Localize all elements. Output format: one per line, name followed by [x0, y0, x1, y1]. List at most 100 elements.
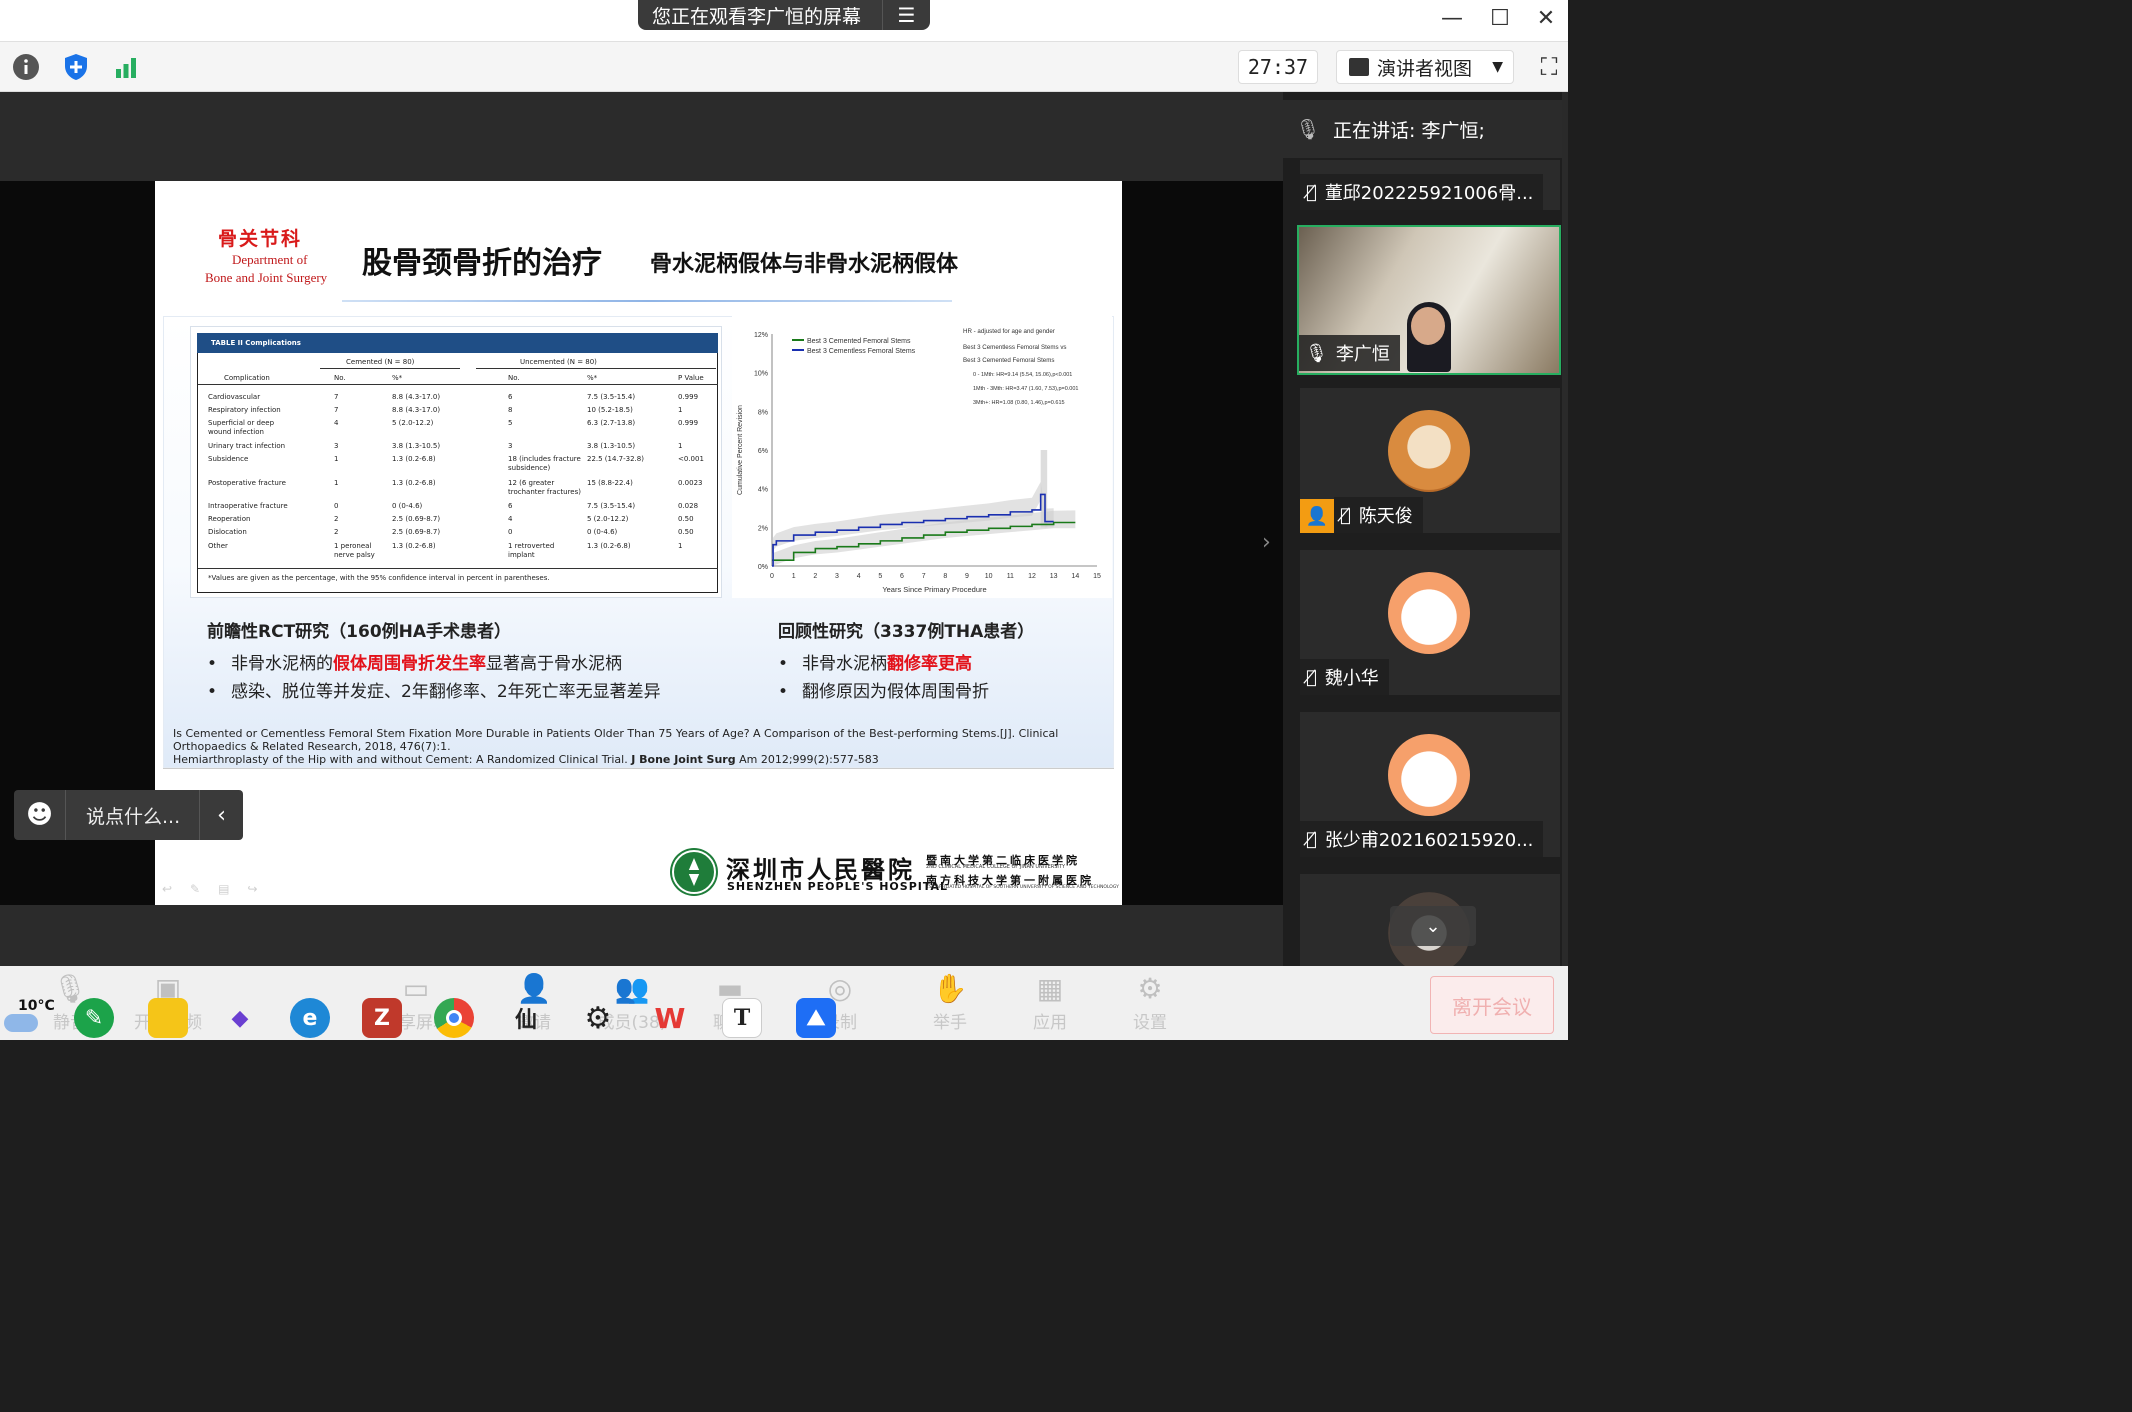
typora-icon[interactable]: T — [722, 998, 762, 1038]
chevron-right-icon[interactable]: › — [1262, 530, 1271, 555]
mic-muted-icon: 🎙̸ — [1306, 828, 1317, 850]
smile-icon[interactable]: ☻ — [14, 790, 66, 840]
table-cell: 3 — [508, 442, 513, 450]
x-tick-label: 3 — [835, 573, 839, 580]
participant-label: 🎙̸ 魏小华 — [1300, 659, 1389, 695]
weather-widget[interactable]: 10°C — [4, 994, 56, 1040]
participant-name: 李广恒 — [1335, 344, 1390, 365]
minimize-icon[interactable]: — — [1434, 4, 1470, 32]
leave-meeting-button[interactable]: 离开会议 — [1430, 976, 1554, 1034]
y-tick-label: 2% — [758, 525, 768, 532]
table-cell: 0 (0-4.6) — [392, 502, 423, 510]
right-bullet-2: • 翻修原因为假体周围骨折 — [778, 682, 990, 702]
app-gear-icon[interactable]: ⚙ — [578, 998, 618, 1038]
chat-placeholder[interactable]: 说点什么... — [66, 802, 199, 829]
share-status-text: 您正在观看李广恒的屏幕 — [652, 5, 862, 28]
table-cell: 1 — [678, 406, 683, 414]
table-cell: Postoperative fracture — [208, 479, 286, 487]
table-cell: Other — [208, 542, 228, 550]
prospective-study-heading: 前瞻性RCT研究（160例HA手术患者） — [207, 622, 512, 642]
panel-scrollbar[interactable] — [1562, 92, 1568, 966]
table-column-header: P Value — [678, 374, 704, 382]
retrospective-study-heading: 回顾性研究（3337例THA患者） — [778, 622, 1035, 642]
legend-label: Best 3 Cemented Femoral Stems — [807, 338, 911, 345]
participant-tile[interactable]: 👤 🎙̸ 陈天俊 — [1300, 388, 1560, 533]
table-cell: 1 retroverted implant — [508, 542, 555, 559]
mic-muted-icon: 🎙̸ — [1306, 666, 1317, 688]
fullscreen-icon[interactable]: ⛶ — [1532, 50, 1566, 84]
wps-icon[interactable]: W — [650, 998, 690, 1038]
screen-share-indicator[interactable]: 您正在观看李广恒的屏幕 ☰ — [638, 0, 930, 30]
edge-browser-icon[interactable]: e — [290, 998, 330, 1038]
mic-icon: 🎙 — [1305, 342, 1328, 364]
participant-tile[interactable]: 🎙̸ 董邱202225921006骨... — [1300, 160, 1560, 210]
table-cell: 2.5 (0.69-8.7) — [392, 528, 441, 536]
info-icon[interactable] — [9, 50, 43, 84]
signal-bars-icon[interactable] — [109, 50, 143, 84]
shield-plus-icon[interactable] — [59, 50, 93, 84]
active-speaker-text: 正在讲话: 李广恒; — [1333, 119, 1485, 142]
tencent-meeting-icon[interactable]: ⛰ — [796, 998, 836, 1038]
close-icon[interactable]: ✕ — [1528, 4, 1564, 32]
participant-tile[interactable]: 🎙̸ 张少甫202160215920... — [1300, 712, 1560, 857]
list-menu-icon[interactable]: ☰ — [882, 0, 930, 30]
table-cell: 5 (2.0-12.2) — [587, 515, 629, 523]
hr-annotation-line: Best 3 Cementless Femoral Stems vs — [963, 344, 1067, 351]
app-green-leaf-icon[interactable]: ✎ — [74, 998, 114, 1038]
slide-nav-icons[interactable]: ↩✎▤↪ — [162, 882, 276, 896]
apps-label: 应用 — [1033, 1013, 1067, 1033]
apps-button[interactable]: ▦ 应用 — [1010, 972, 1090, 1036]
table-column-header: %* — [392, 374, 403, 382]
university-affiliation-2-en: 1ST AFFILIATED HOSPITAL OF SOUTHERN UNIV… — [926, 885, 1119, 890]
active-speaker-banner: 🎙 正在讲话: 李广恒; — [1283, 100, 1568, 158]
hand-icon: ✋ — [932, 972, 968, 1005]
y-tick-label: 4% — [758, 487, 768, 494]
slide-subtitle: 骨水泥柄假体与非骨水泥柄假体 — [650, 252, 959, 277]
chevron-left-icon[interactable]: ‹ — [199, 790, 243, 840]
hospital-name-en: SHENZHEN PEOPLE'S HOSPITAL — [727, 880, 949, 893]
share-screen-icon: ▭ — [402, 972, 430, 1005]
x-tick-label: 13 — [1050, 573, 1058, 580]
table-cell: 5 — [508, 419, 513, 427]
table-cell: 22.5 (14.7-32.8) — [587, 455, 644, 463]
x-tick-label: 5 — [878, 573, 882, 580]
table-cell: 12 (6 greater trochanter fractures) — [508, 479, 581, 496]
temperature: 10°C — [18, 998, 55, 1014]
participant-video-tile[interactable]: 🎙 李广恒 — [1297, 225, 1561, 375]
chat-input-bubble[interactable]: ☻ 说点什么... ‹ — [14, 790, 243, 840]
participant-tile[interactable]: 🎙̸ 魏小华 — [1300, 550, 1560, 695]
hospital-logo-icon — [670, 848, 718, 896]
chrome-icon[interactable] — [434, 998, 474, 1038]
settings-button[interactable]: ⚙ 设置 — [1110, 972, 1190, 1036]
app-xian-icon[interactable]: 仙 — [506, 998, 546, 1038]
bunny-avatar — [1388, 734, 1470, 816]
user-icon: 👤 — [1300, 499, 1334, 533]
table-cell: 1 — [678, 442, 683, 450]
table-cell: 2 — [334, 528, 339, 536]
maximize-icon[interactable]: ☐ — [1482, 4, 1518, 32]
app-crystal-icon[interactable]: ◆ — [220, 998, 260, 1038]
table-cell: 1 — [678, 542, 683, 550]
table-cell: 0 — [508, 528, 513, 536]
file-explorer-icon[interactable] — [148, 998, 188, 1038]
table-cell: 8 — [508, 406, 513, 414]
apps-icon: ▦ — [1036, 972, 1064, 1005]
table-cell: 0.50 — [678, 515, 694, 523]
table-cell: 0.0023 — [678, 479, 703, 487]
table-group-rule — [476, 368, 716, 369]
table-cell: 8.8 (4.3-17.0) — [392, 393, 441, 401]
participant-name: 魏小华 — [1324, 668, 1379, 689]
x-tick-label: 1 — [792, 573, 796, 580]
raise-hand-button[interactable]: ✋ 举手 — [910, 972, 990, 1036]
table-cell: 1 peroneal nerve palsy — [334, 542, 375, 559]
table-cell: 0.50 — [678, 528, 694, 536]
app-z-icon[interactable]: Z — [362, 998, 402, 1038]
table-cell: 3.8 (1.3-10.5) — [392, 442, 441, 450]
speaker-view-dropdown[interactable]: 演讲者视图 ▼ — [1336, 50, 1514, 84]
table-cell: Cardiovascular — [208, 393, 261, 401]
left-bullet-1: • 非骨水泥柄的假体周围骨折发生率显著高于骨水泥柄 — [207, 654, 623, 674]
chevron-down-icon[interactable]: ⌄ — [1390, 906, 1476, 946]
participant-name: 陈天俊 — [1358, 506, 1413, 527]
table-column-header: Complication — [224, 374, 270, 382]
participant-label: 🎙̸ 陈天俊 — [1334, 497, 1423, 533]
